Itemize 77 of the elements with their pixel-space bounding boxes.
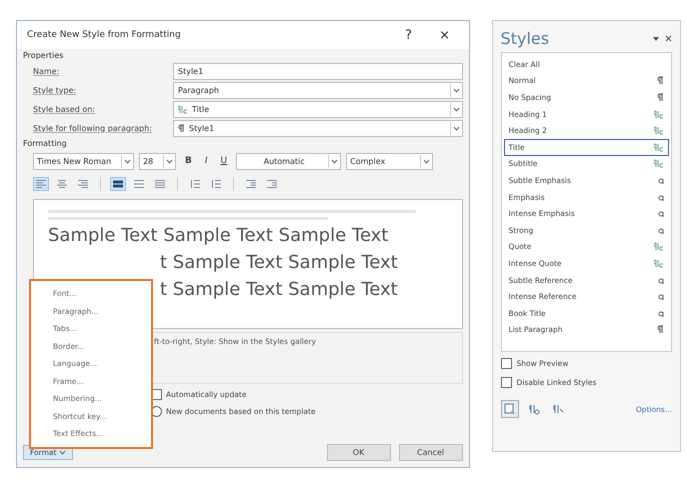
toolbar-button[interactable]	[75, 177, 91, 191]
caret-icon	[452, 126, 460, 130]
sample-text: t Sample Text Sample Text	[160, 278, 399, 302]
underline-button[interactable]: U	[216, 156, 232, 166]
spacing-increase-icon	[189, 179, 201, 189]
caret-icon	[452, 106, 460, 112]
character-style-icon	[658, 194, 664, 201]
character-style-icon	[658, 176, 664, 184]
field-label: Style based on:	[33, 104, 96, 114]
align-right-icon	[77, 179, 89, 189]
toolbar-button[interactable]	[54, 177, 70, 191]
character-style-icon	[658, 293, 664, 300]
character-style-icon	[658, 226, 664, 234]
toolbar-button[interactable]	[243, 177, 259, 191]
inspector-icon	[528, 403, 540, 415]
new-style-icon	[504, 403, 516, 415]
bold-button[interactable]: B	[181, 156, 196, 166]
sample-text: Sample Text Sample Text Sample Text	[48, 224, 390, 248]
caret-icon	[423, 158, 430, 164]
pilcrow-icon	[657, 92, 664, 102]
caret-icon	[331, 158, 338, 164]
spacing-decrease-icon	[210, 179, 222, 189]
character-style-icon	[658, 276, 664, 284]
new-style-button[interactable]	[500, 400, 519, 418]
dropdown-field[interactable]: Paragraph	[173, 82, 463, 98]
checkbox[interactable]	[500, 377, 512, 388]
section-label: Formatting	[23, 139, 68, 148]
caret-icon	[124, 158, 131, 164]
script-dropdown[interactable]: Complex	[346, 152, 434, 170]
justify-medium-icon	[133, 179, 145, 189]
toolbar-button[interactable]	[131, 177, 147, 191]
field-label: Style for following paragraph:	[33, 124, 153, 132]
sample-text: t Sample Text Sample Text	[160, 251, 399, 275]
justify-thick-icon	[112, 179, 124, 189]
pilcrow-icon	[657, 325, 664, 334]
toolbar-button[interactable]	[264, 177, 280, 191]
help-button[interactable]: ?	[394, 28, 423, 42]
align-left-icon	[35, 179, 47, 189]
caret-icon	[166, 158, 173, 164]
toolbar-button[interactable]	[110, 177, 126, 191]
linked-style-icon	[654, 258, 664, 268]
field-label: Style type:	[33, 86, 78, 94]
linked-style-icon	[654, 159, 664, 168]
checkbox[interactable]	[500, 358, 512, 369]
linked-style-icon	[654, 142, 664, 152]
align-center-icon	[56, 179, 68, 189]
justify-thin-icon	[154, 179, 166, 189]
close-icon[interactable]	[665, 35, 672, 42]
manage-icon	[552, 403, 564, 415]
caret-icon	[452, 88, 460, 92]
size-dropdown[interactable]: 28	[139, 152, 176, 170]
toolbar-button[interactable]	[152, 177, 168, 191]
close-button[interactable]: ×	[430, 28, 459, 42]
character-style-icon	[658, 310, 664, 317]
dropdown-field[interactable]: Title	[173, 100, 463, 118]
linked-style-icon	[654, 126, 664, 136]
section-label: Properties	[23, 51, 64, 60]
indent-decrease-icon	[245, 179, 257, 189]
linked-style-icon	[654, 110, 664, 119]
field-label: Name:	[33, 66, 60, 76]
dropdown-field[interactable]: Style1	[173, 120, 463, 136]
pilcrow-icon	[178, 124, 185, 132]
color-dropdown[interactable]: Automatic	[236, 152, 342, 170]
caret-icon	[59, 450, 66, 455]
indent-increase-icon	[266, 179, 278, 189]
character-style-icon	[658, 210, 664, 218]
italic-button[interactable]: I	[200, 156, 212, 166]
font-dropdown[interactable]: Times New Roman	[33, 152, 134, 170]
linked-style-icon	[654, 242, 664, 252]
dialog-button[interactable]: Cancel	[398, 444, 463, 461]
pane-title: Styles	[500, 29, 550, 48]
dropdown-icon[interactable]	[653, 36, 659, 40]
pilcrow-icon	[657, 76, 664, 86]
linked-style-icon	[178, 104, 188, 114]
dialog-button[interactable]: OK	[326, 444, 391, 461]
window-title: Create New Style from Formatting	[27, 30, 182, 40]
input-field[interactable]: Style1	[173, 62, 463, 80]
